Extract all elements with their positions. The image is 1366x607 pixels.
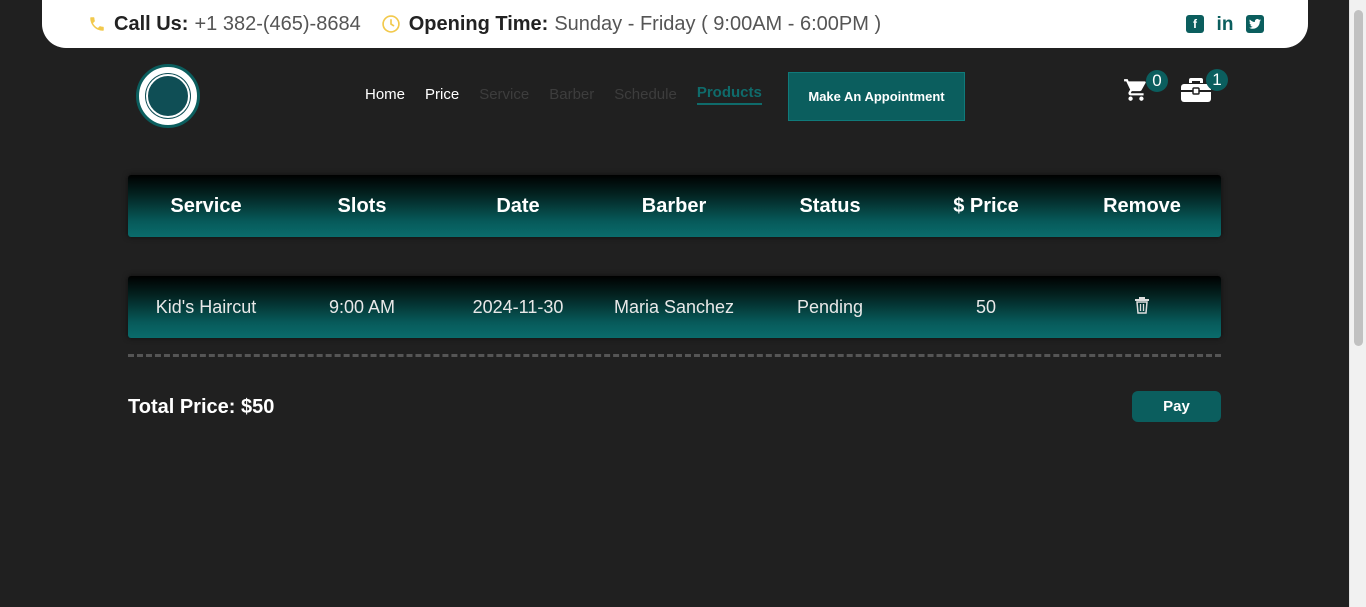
call-label: Call Us: bbox=[114, 12, 189, 35]
header-price: $ Price bbox=[953, 194, 1019, 217]
cell-date: 2024-11-30 bbox=[472, 296, 564, 317]
call-value[interactable]: +1 382-(465)-8684 bbox=[194, 13, 360, 36]
barber-shop-logo[interactable] bbox=[136, 64, 200, 128]
header-slots: Slots bbox=[337, 194, 387, 217]
logo-emblem bbox=[146, 74, 190, 118]
hours-label: Opening Time: bbox=[408, 12, 549, 35]
nav-schedule[interactable]: Schedule bbox=[614, 86, 677, 103]
nav-home[interactable]: Home bbox=[365, 86, 405, 103]
table-header: Service Slots Date Barber Status $ Price… bbox=[128, 175, 1221, 237]
header-status: Status bbox=[799, 194, 861, 217]
cell-slot: 9:00 AM bbox=[328, 296, 396, 317]
scrollbar-thumb[interactable] bbox=[1354, 10, 1363, 346]
trash-icon[interactable] bbox=[1134, 296, 1150, 314]
nav-barber[interactable]: Barber bbox=[549, 86, 594, 103]
social-links: f in bbox=[1186, 15, 1264, 34]
main-nav: Home Price Service Barber Schedule Produ… bbox=[365, 84, 762, 105]
hours-info: Opening Time: Sunday - Friday ( 9:00AM -… bbox=[381, 13, 881, 36]
cell-barber: Maria Sanchez bbox=[613, 296, 735, 317]
header-remove: Remove bbox=[1103, 194, 1181, 217]
header-date: Date bbox=[496, 194, 540, 217]
call-info: Call Us: +1 382-(465)-8684 bbox=[88, 13, 361, 36]
linkedin-icon[interactable]: in bbox=[1216, 15, 1234, 34]
dashed-divider bbox=[128, 354, 1221, 357]
make-appointment-button[interactable]: Make An Appointment bbox=[788, 72, 965, 121]
top-info-bar: Call Us: +1 382-(465)-8684 Opening Time:… bbox=[42, 0, 1308, 48]
twitter-icon[interactable] bbox=[1246, 15, 1264, 33]
header-service: Service bbox=[170, 194, 242, 217]
cell-price: 50 bbox=[975, 296, 997, 317]
nav-products[interactable]: Products bbox=[696, 84, 762, 105]
vertical-scrollbar[interactable] bbox=[1349, 0, 1366, 607]
facebook-icon[interactable]: f bbox=[1186, 15, 1204, 33]
header-barber: Barber bbox=[641, 194, 707, 217]
phone-icon bbox=[90, 17, 104, 31]
total-price: Total Price: $50 bbox=[128, 396, 275, 418]
pay-button[interactable]: Pay bbox=[1132, 391, 1221, 422]
cell-service: Kid's Haircut bbox=[155, 296, 257, 317]
bag-count-badge: 1 bbox=[1206, 69, 1228, 91]
cell-status: Pending bbox=[796, 296, 864, 317]
nav-price[interactable]: Price bbox=[425, 86, 459, 103]
nav-service[interactable]: Service bbox=[479, 86, 529, 103]
cell-remove bbox=[1064, 296, 1220, 319]
hours-value: Sunday - Friday ( 9:00AM - 6:00PM ) bbox=[554, 12, 882, 35]
cart-count-badge: 0 bbox=[1146, 70, 1168, 92]
table-row: Kid's Haircut 9:00 AM 2024-11-30 Maria S… bbox=[128, 276, 1221, 338]
clock-icon bbox=[381, 15, 400, 33]
